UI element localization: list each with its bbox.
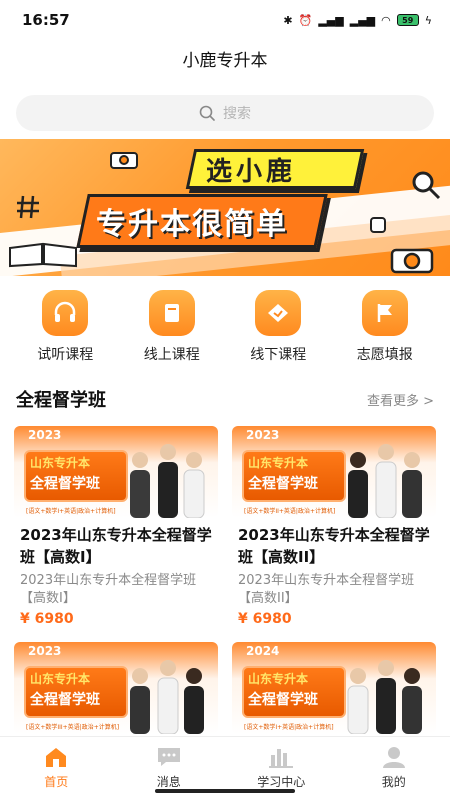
tab-label: 消息 bbox=[156, 775, 181, 789]
teachers-photo bbox=[130, 660, 204, 734]
section-title: 全程督学班 bbox=[16, 390, 106, 411]
category-label: 线下课程 bbox=[250, 347, 307, 363]
teachers-photo bbox=[348, 444, 422, 518]
course-title: 2023年山东专升本全程督学班【高数II】 bbox=[238, 526, 430, 566]
dice-icon bbox=[370, 217, 386, 233]
signal-icon: ▂▄▆ bbox=[318, 13, 344, 27]
search-bar[interactable]: 搜索 bbox=[16, 95, 434, 131]
banner-tag: 选小鹿 bbox=[206, 157, 297, 187]
promo-banner[interactable]: 选小鹿 专升本很简单 bbox=[0, 139, 450, 276]
camera-icon-2 bbox=[390, 248, 434, 274]
open-book-icon bbox=[9, 242, 77, 268]
course-thumbnail: 2024 山东专升本 全程督学班 [语文+数学I+英语|政治+计算机] bbox=[232, 642, 436, 734]
charging-icon: ϟ bbox=[424, 13, 432, 27]
battery-icon: 59 bbox=[396, 14, 419, 26]
headset-icon bbox=[42, 290, 89, 336]
camera-icon bbox=[110, 152, 138, 169]
course-subtitle: 2023年山东专升本全程督学班【高数I】 bbox=[20, 573, 197, 606]
tab-label: 首页 bbox=[44, 775, 69, 789]
category-label: 志愿填报 bbox=[356, 347, 413, 363]
status-time: 16:57 bbox=[22, 11, 70, 29]
magnifier-icon bbox=[412, 171, 441, 200]
course-badge-line2: 全程督学班 bbox=[248, 692, 318, 708]
course-thumbnail: 2023 山东专升本 全程督学班 [语文+数学III+英语|政治+计算机] bbox=[14, 642, 218, 734]
teachers-photo bbox=[347, 660, 422, 734]
tab-label: 学习中心 bbox=[257, 775, 306, 789]
see-more-link[interactable]: 查看更多 > bbox=[367, 390, 434, 409]
course-badge-line1: 山东专升本 bbox=[248, 672, 309, 686]
course-year: 2023 bbox=[246, 428, 280, 442]
study-center-icon bbox=[269, 749, 294, 768]
category-offline-course[interactable]: 线下课程 bbox=[233, 290, 323, 364]
wifi-icon: ◠ bbox=[381, 13, 391, 27]
bluetooth-icon: ✱ bbox=[283, 13, 293, 27]
alarm-icon: ⏰ bbox=[298, 13, 313, 27]
teachers-photo bbox=[130, 444, 205, 518]
course-year: 2023 bbox=[28, 428, 62, 442]
tab-profile[interactable]: 我的 bbox=[338, 737, 450, 800]
course-subtitle: 2023年山东专升本全程督学班【高数II】 bbox=[238, 573, 415, 606]
category-label: 线上课程 bbox=[143, 347, 200, 363]
status-bar: 16:57 ✱ ⏰ ▂▄▆ ▂▄▆ ◠ 59 ϟ bbox=[0, 0, 450, 40]
course-badge-line2: 全程督学班 bbox=[30, 476, 100, 492]
status-icons: ✱ ⏰ ▂▄▆ ▂▄▆ ◠ 59 ϟ bbox=[283, 14, 432, 27]
category-row: 试听课程 线上课程 线下课程 志愿填报 bbox=[0, 290, 450, 364]
banner-headline: 专升本很简单 bbox=[96, 207, 288, 242]
message-icon bbox=[157, 748, 180, 766]
search-icon bbox=[199, 105, 215, 121]
course-card[interactable]: 2023 山东专升本 全程督学班 [语文+数学II+英语|政治+计算机] 202… bbox=[232, 426, 436, 627]
category-trial-course[interactable]: 试听课程 bbox=[20, 290, 110, 364]
tab-home[interactable]: 首页 bbox=[0, 737, 113, 800]
category-online-course[interactable]: 线上课程 bbox=[127, 290, 217, 364]
course-price: ¥ 6980 bbox=[20, 611, 74, 627]
course-subjects: [语文+数学I+英语|政治+计算机] bbox=[244, 724, 334, 731]
home-icon bbox=[46, 748, 67, 767]
home-indicator[interactable] bbox=[155, 789, 295, 793]
course-subjects: [语文+数学II+英语|政治+计算机] bbox=[244, 508, 336, 515]
course-subjects: [语文+数学I+英语|政治+计算机] bbox=[26, 508, 116, 515]
category-label: 试听课程 bbox=[37, 347, 94, 363]
course-price: ¥ 6980 bbox=[238, 611, 292, 627]
page-title: 小鹿专升本 bbox=[182, 51, 268, 71]
course-thumbnail: 2023 山东专升本 全程督学班 [语文+数学I+英语|政治+计算机] bbox=[14, 426, 218, 518]
course-year: 2023 bbox=[28, 644, 62, 658]
category-application-filling[interactable]: 志愿填报 bbox=[340, 290, 430, 364]
tab-label: 我的 bbox=[381, 775, 406, 789]
course-badge-line1: 山东专升本 bbox=[248, 456, 309, 470]
course-card[interactable]: 2023 山东专升本 全程督学班 [语文+数学III+英语|政治+计算机] bbox=[14, 642, 218, 734]
course-title: 2023年山东专升本全程督学班【高数I】 bbox=[20, 526, 212, 566]
course-subjects: [语文+数学III+英语|政治+计算机] bbox=[26, 724, 120, 731]
course-badge-line2: 全程督学班 bbox=[248, 476, 318, 492]
diamond-icon bbox=[255, 290, 302, 336]
course-badge-line1: 山东专升本 bbox=[30, 456, 91, 470]
signal-icon-2: ▂▄▆ bbox=[349, 13, 376, 27]
course-card[interactable]: 2024 山东专升本 全程督学班 [语文+数学I+英语|政治+计算机] bbox=[232, 642, 436, 734]
course-thumbnail: 2023 山东专升本 全程督学班 [语文+数学II+英语|政治+计算机] bbox=[232, 426, 436, 518]
flag-icon bbox=[361, 290, 408, 336]
course-badge-line2: 全程督学班 bbox=[30, 692, 100, 708]
hash-icon bbox=[17, 195, 39, 219]
course-year: 2024 bbox=[246, 644, 280, 658]
profile-icon bbox=[382, 747, 405, 768]
book-icon bbox=[148, 290, 195, 336]
course-card[interactable]: 2023 山东专升本 全程督学班 [语文+数学I+英语|政治+计算机] 2023… bbox=[14, 426, 218, 627]
search-placeholder: 搜索 bbox=[223, 106, 251, 122]
course-badge-line1: 山东专升本 bbox=[30, 672, 91, 686]
